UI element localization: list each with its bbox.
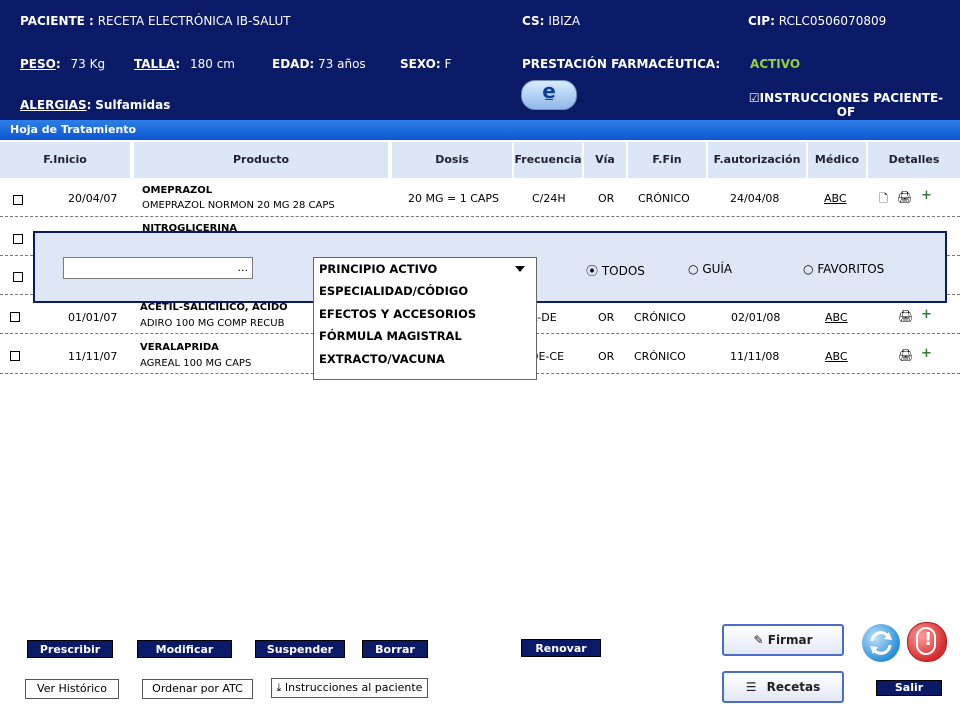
f-inicio: 11/11/07 bbox=[68, 350, 118, 363]
renovar-button[interactable]: Renovar bbox=[521, 639, 601, 657]
alergias-field: ALERGIAS: Sulfamidas bbox=[20, 98, 171, 112]
section-title: Hoja de Tratamiento bbox=[0, 120, 960, 140]
col-frecuencia[interactable]: Frecuencia bbox=[514, 142, 584, 178]
row-checkbox[interactable] bbox=[10, 351, 20, 361]
producto-descripcion: AGREAL 100 MG CAPS bbox=[140, 358, 252, 369]
f-fin: CRÓNICO bbox=[638, 192, 690, 205]
via: OR bbox=[598, 311, 615, 324]
dropdown-option[interactable]: FÓRMULA MAGISTRAL bbox=[319, 329, 462, 343]
medico-link[interactable]: ABC bbox=[825, 350, 848, 363]
producto-descripcion: OMEPRAZOL NORMON 20 MG 28 CAPS bbox=[142, 200, 335, 211]
col-f-fin[interactable]: F.Fin bbox=[628, 142, 708, 178]
prestacion-status: ACTIVO bbox=[750, 57, 801, 71]
radio-guia[interactable]: ○ GUÍA bbox=[688, 262, 732, 276]
sexo-field: SEXO: F bbox=[400, 57, 452, 71]
col-producto[interactable]: Producto bbox=[134, 142, 390, 178]
f-autorizacion: 24/04/08 bbox=[730, 192, 780, 205]
dosis: 20 MG = 1 CAPS bbox=[408, 192, 500, 205]
producto-descripcion: ADIRO 100 MG COMP RECUB bbox=[140, 318, 285, 329]
row-checkbox[interactable] bbox=[13, 272, 23, 282]
col-via[interactable]: Vía bbox=[584, 142, 628, 178]
row-checkbox[interactable] bbox=[13, 234, 23, 244]
medico-link[interactable]: ABC bbox=[825, 311, 848, 324]
salir-button[interactable]: Salir bbox=[876, 680, 942, 696]
f-autorizacion: 11/11/08 bbox=[730, 350, 780, 363]
row-checkbox[interactable] bbox=[10, 312, 20, 322]
search-type-dropdown[interactable]: PRINCIPIO ACTIVO ESPECIALIDAD/CÓDIGO EFE… bbox=[313, 257, 537, 380]
f-autorizacion: 02/01/08 bbox=[731, 311, 781, 324]
instrucciones-paciente-button[interactable]: ⤓ Instrucciones al paciente bbox=[271, 678, 428, 698]
add-icon[interactable]: + bbox=[921, 346, 932, 361]
instrucciones-paciente-checkbox[interactable]: ☑INSTRUCCIONES PACIENTE-OF bbox=[740, 91, 952, 119]
print-icon[interactable]: 🖨 bbox=[898, 348, 913, 362]
cs-field: CS: IBIZA bbox=[522, 14, 581, 28]
chevron-down-icon[interactable] bbox=[515, 266, 525, 272]
talla-field: TALLA: 180 cm bbox=[134, 57, 235, 71]
col-dosis[interactable]: Dosis bbox=[392, 142, 514, 178]
list-icon: ☰ bbox=[745, 680, 757, 694]
prestacion-field: PRESTACIÓN FARMACÉUTICA: ACTIVO bbox=[522, 57, 801, 71]
f-inicio: 20/04/07 bbox=[68, 192, 118, 205]
dropdown-option[interactable]: ESPECIALIDAD/CÓDIGO bbox=[319, 284, 468, 298]
modificar-button[interactable]: Modificar bbox=[137, 640, 232, 658]
dropdown-option[interactable]: EXTRACTO/VACUNA bbox=[319, 352, 445, 366]
f-inicio: 01/01/07 bbox=[68, 311, 118, 324]
firmar-button[interactable]: ✎ Firmar bbox=[722, 624, 844, 656]
radio-unselected-icon: ○ bbox=[803, 262, 814, 276]
refresh-icon[interactable] bbox=[862, 624, 900, 662]
producto-nombre: ACETIL-SALICILICO, ACIDO bbox=[140, 302, 288, 313]
via: OR bbox=[598, 350, 615, 363]
radio-unselected-icon: ○ bbox=[688, 262, 699, 276]
cip-field: CIP: RCLC0506070809 bbox=[748, 14, 887, 28]
dropdown-option[interactable]: EFECTOS Y ACCESORIOS bbox=[319, 307, 476, 321]
peso-field: PESO: 73 Kg bbox=[20, 57, 106, 71]
radio-favoritos[interactable]: ○ FAVORITOS bbox=[803, 262, 884, 276]
recetas-button[interactable]: ☰ Recetas bbox=[722, 671, 844, 703]
col-medico[interactable]: Médico bbox=[808, 142, 868, 178]
table-header: F.Inicio Producto Dosis Frecuencia Vía F… bbox=[0, 142, 960, 178]
col-f-inicio[interactable]: F.Inicio bbox=[0, 142, 132, 178]
row-checkbox[interactable] bbox=[13, 195, 23, 205]
col-detalles[interactable]: Detalles bbox=[868, 142, 960, 178]
suspender-button[interactable]: Suspender bbox=[255, 640, 345, 658]
radio-todos[interactable]: ⦿ TODOS bbox=[586, 262, 645, 279]
ver-historico-button[interactable]: Ver Histórico bbox=[25, 679, 119, 699]
print-icon[interactable]: 🖨 bbox=[897, 190, 912, 204]
pen-icon: ✎ bbox=[753, 633, 764, 647]
f-fin: CRÓNICO bbox=[634, 311, 686, 324]
radio-selected-icon: ⦿ bbox=[586, 264, 599, 278]
table-row[interactable]: 20/04/07 OMEPRAZOL OMEPRAZOL NORMON 20 M… bbox=[0, 180, 960, 217]
download-icon: ⤓ bbox=[276, 681, 282, 694]
col-f-autorizacion[interactable]: F.autorización bbox=[708, 142, 808, 178]
edad-field: EDAD: 73 años bbox=[272, 57, 366, 71]
paciente-field: PACIENTE : RECETA ELECTRÓNICA IB-SALUT bbox=[20, 14, 291, 28]
f-fin: CRÓNICO bbox=[634, 350, 686, 363]
prescribir-button[interactable]: Prescribir bbox=[27, 640, 113, 658]
e-receta-badge[interactable]: e bbox=[521, 80, 577, 110]
search-input[interactable]: ... bbox=[63, 257, 253, 279]
ordenar-atc-button[interactable]: Ordenar por ATC bbox=[142, 679, 253, 699]
add-icon[interactable]: + bbox=[921, 307, 932, 322]
medico-link[interactable]: ABC bbox=[824, 192, 847, 205]
producto-nombre: VERALAPRIDA bbox=[140, 342, 219, 353]
dropdown-option[interactable]: PRINCIPIO ACTIVO bbox=[319, 262, 437, 276]
add-icon[interactable]: + bbox=[921, 188, 932, 203]
alert-icon[interactable]: ! bbox=[907, 622, 947, 662]
checkbox-checked-icon: ☑ bbox=[748, 91, 760, 105]
borrar-button[interactable]: Borrar bbox=[362, 640, 428, 658]
document-icon[interactable]: 🗋 bbox=[879, 190, 888, 209]
producto-nombre: OMEPRAZOL bbox=[142, 185, 213, 196]
frecuencia: C/24H bbox=[532, 192, 566, 205]
patient-header: PACIENTE : RECETA ELECTRÓNICA IB-SALUT C… bbox=[0, 0, 960, 120]
via: OR bbox=[598, 192, 615, 205]
print-icon[interactable]: 🖨 bbox=[898, 309, 913, 323]
